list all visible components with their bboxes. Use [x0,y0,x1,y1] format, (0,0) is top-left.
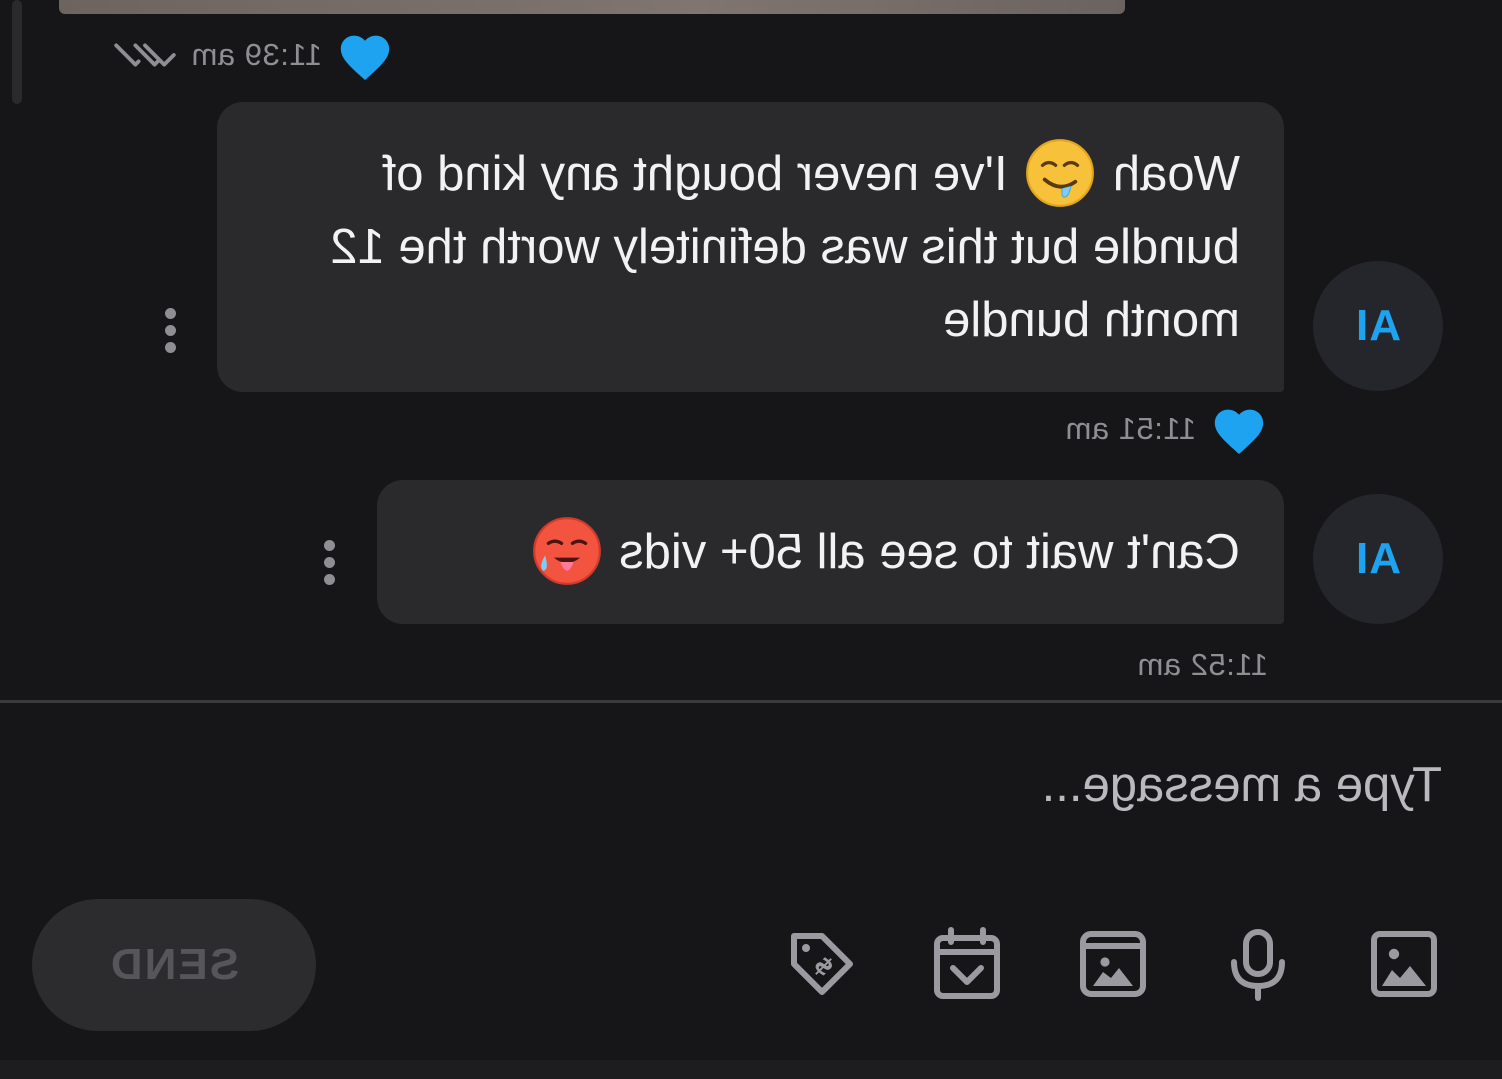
schedule-icon[interactable] [925,922,1009,1006]
avatar-initials: AI [1355,534,1401,583]
more-options-icon[interactable] [323,540,335,585]
message-text: Can't wait to see all 50+ vids [619,525,1240,579]
heart-icon[interactable] [336,28,394,82]
message-time: 11:52 am [1137,647,1268,682]
message-meta: 11:51 am [1065,402,1268,456]
avatar[interactable]: AI [1313,261,1443,391]
navigation-bar [0,1060,1502,1079]
hot-face-emoji-icon [532,517,601,585]
message-text-end: I've never bought any kind of bundle but… [330,147,1240,347]
message-bubble[interactable]: Can't wait to see all 50+ vids [377,480,1284,624]
scrollbar[interactable] [12,0,22,104]
double-check-icon [114,43,176,67]
message-bubble[interactable]: Woah I've never bought any kind of bundl… [217,102,1284,392]
message-time: 11:39 am [191,37,322,72]
message-time: 11:51 am [1065,411,1196,446]
image-icon[interactable] [1362,922,1446,1006]
vault-icon[interactable] [1071,922,1155,1006]
screen-frame: 11:39 am AI Woah I've never bought any k… [0,0,1502,1079]
media-preview[interactable] [59,0,1125,14]
more-options-icon[interactable] [164,308,176,353]
composer-divider [0,700,1502,703]
message-text-start: Woah [1112,147,1240,201]
chat-app: 11:39 am AI Woah I've never bought any k… [0,0,1502,1079]
microphone-icon[interactable] [1216,922,1300,1006]
previous-message-meta: 11:39 am [113,28,394,82]
send-button[interactable]: SEND [32,899,316,1031]
message-meta: 11:52 am [1137,647,1268,683]
price-tag-icon[interactable]: $ [780,922,864,1006]
heart-icon[interactable] [1210,402,1268,456]
drooling-face-emoji-icon [1026,139,1095,207]
avatar[interactable]: AI [1313,494,1443,624]
message-input[interactable] [742,750,1442,820]
avatar-initials: AI [1355,301,1401,350]
